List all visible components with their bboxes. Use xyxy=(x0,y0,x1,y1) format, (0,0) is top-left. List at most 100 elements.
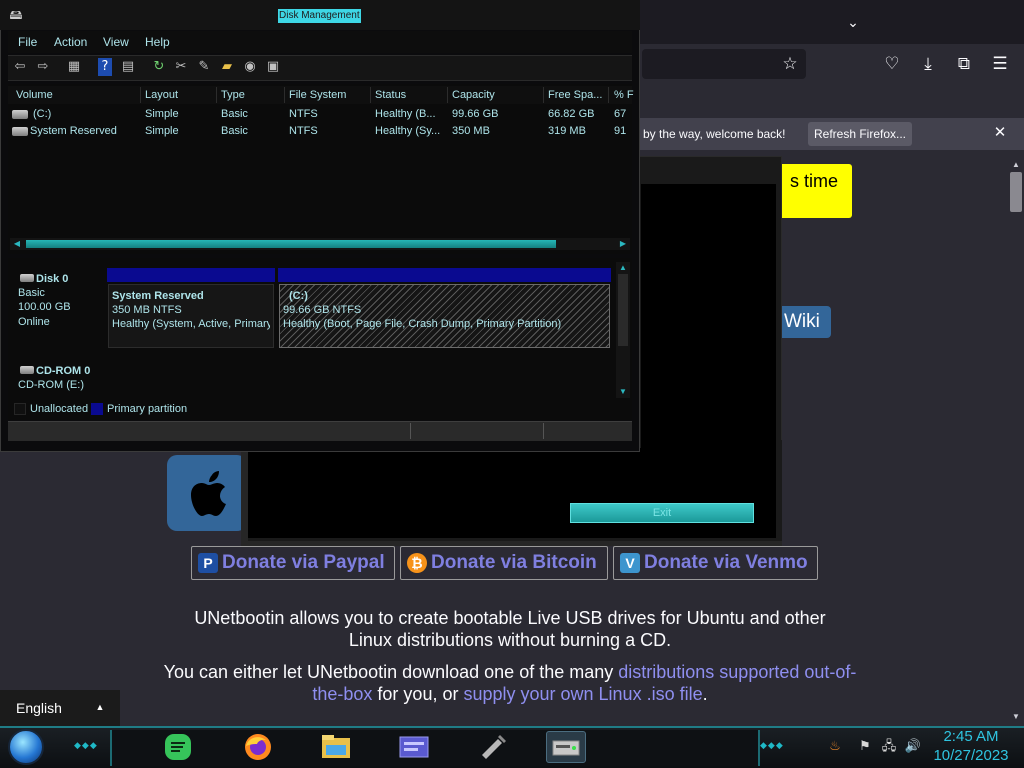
scroll-down-icon[interactable]: ▼ xyxy=(1008,712,1024,724)
open-folder-icon[interactable]: ▰ xyxy=(217,58,237,76)
bitcoin-icon: ₿ xyxy=(407,553,427,573)
scrollbar-thumb[interactable] xyxy=(26,240,556,248)
column-header[interactable]: % F xyxy=(614,89,634,102)
table-cell[interactable]: System Reserved xyxy=(30,125,140,138)
notes-icon[interactable] xyxy=(158,731,198,763)
column-header[interactable]: File System xyxy=(289,89,346,102)
table-cell[interactable]: NTFS xyxy=(289,108,369,121)
file-explorer-icon[interactable] xyxy=(316,731,356,763)
star-icon[interactable]: ☆ xyxy=(778,52,802,76)
partition-size: 350 MB NTFS xyxy=(112,304,182,316)
table-cell[interactable]: 66.82 GB xyxy=(548,108,606,121)
network-icon[interactable]: 🖧 xyxy=(880,738,898,756)
partition-size: 99.66 GB NTFS xyxy=(283,304,362,316)
donate-venmo-button[interactable]: V Donate via Venmo xyxy=(613,546,818,580)
volume-icon[interactable]: 🔊 xyxy=(904,738,922,756)
table-cell[interactable]: 350 MB xyxy=(452,125,542,138)
table-cell[interactable]: 67 xyxy=(614,108,632,121)
wiki-button[interactable]: Wiki xyxy=(778,306,831,338)
console-icon[interactable]: ▤ xyxy=(118,58,138,76)
settings-icon[interactable]: ▣ xyxy=(263,58,283,76)
flag-icon[interactable]: ⚑ xyxy=(856,738,874,756)
menu-icon[interactable]: ☰ xyxy=(988,52,1012,76)
scroll-up-icon[interactable]: ▲ xyxy=(618,262,628,274)
table-cell[interactable]: Simple xyxy=(145,108,215,121)
table-cell[interactable]: 91 xyxy=(614,125,632,138)
extensions-icon[interactable]: ⧉ xyxy=(952,52,976,76)
notification-text: by the way, welcome back! xyxy=(643,127,786,141)
disk-management-icon: 🖴 xyxy=(9,7,23,22)
table-cell[interactable]: 319 MB xyxy=(548,125,606,138)
cdrom-name[interactable]: CD-ROM 0 xyxy=(36,364,90,378)
description-text: You can either let UNetbootin download o… xyxy=(163,662,619,682)
control-panel-icon[interactable] xyxy=(394,731,434,763)
usb-tool-icon[interactable] xyxy=(472,731,512,763)
menu-file[interactable]: File xyxy=(18,35,37,49)
table-cell[interactable]: 99.66 GB xyxy=(452,108,542,121)
menu-action[interactable]: Action xyxy=(54,35,87,49)
start-button[interactable] xyxy=(8,729,44,765)
pocket-icon[interactable]: ♡ xyxy=(880,52,904,76)
refresh-icon[interactable]: ↻ xyxy=(149,58,169,76)
back-arrow-icon[interactable]: ⇦ xyxy=(10,58,30,76)
table-cell[interactable]: Simple xyxy=(145,125,215,138)
status-separator xyxy=(543,423,544,439)
scrollbar-thumb[interactable] xyxy=(618,274,628,346)
column-header[interactable]: Free Spa... xyxy=(548,89,602,102)
search-icon[interactable]: ◉ xyxy=(240,58,260,76)
legend-swatch-unallocated xyxy=(14,403,26,415)
legend-swatch-primary xyxy=(91,403,103,415)
clock-time[interactable]: 2:45 AM xyxy=(930,728,1012,746)
refresh-firefox-button[interactable]: Refresh Firefox... xyxy=(808,122,912,146)
venmo-icon: V xyxy=(620,553,640,573)
scroll-left-icon[interactable]: ◀ xyxy=(12,238,22,250)
supply-iso-link[interactable]: supply your own Linux .iso file xyxy=(463,684,702,704)
column-header[interactable]: Layout xyxy=(145,89,178,102)
column-header[interactable]: Type xyxy=(221,89,245,102)
cdrom-drive: CD-ROM (E:) xyxy=(18,379,84,391)
menu-view[interactable]: View xyxy=(103,35,129,49)
table-cell[interactable]: Basic xyxy=(221,125,283,138)
column-header[interactable]: Status xyxy=(375,89,406,102)
yellow-notice-text: s time xyxy=(790,171,839,191)
donate-paypal-button[interactable]: P Donate via Paypal xyxy=(191,546,395,580)
delete-icon[interactable]: ✂ xyxy=(171,58,191,76)
close-icon[interactable]: ✕ xyxy=(990,123,1010,143)
column-separator xyxy=(543,87,544,103)
caret-up-icon[interactable]: ▲ xyxy=(94,690,106,726)
table-cell[interactable]: NTFS xyxy=(289,125,369,138)
disk-management-icon[interactable] xyxy=(546,731,586,763)
exit-button[interactable]: Exit xyxy=(570,503,754,523)
firefox-icon[interactable] xyxy=(238,731,278,763)
java-icon[interactable]: ♨ xyxy=(826,738,844,756)
disk-name[interactable]: Disk 0 xyxy=(36,272,68,286)
partition-status: Healthy (Boot, Page File, Crash Dump, Pr… xyxy=(283,318,562,330)
menu-bar xyxy=(8,31,632,53)
desktop-screen: ⌄ ☆ ♡ ⤓ ⧉ ☰ by the way, welcome back! Re… xyxy=(0,0,1024,768)
forward-arrow-icon[interactable]: ⇨ xyxy=(33,58,53,76)
partition-status: Healthy (System, Active, Primary xyxy=(112,318,270,330)
table-cell[interactable]: Healthy (Sy... xyxy=(375,125,445,138)
column-header[interactable]: Volume xyxy=(16,89,53,102)
description-line: UNetbootin allows you to create bootable… xyxy=(194,608,826,628)
scroll-right-icon[interactable]: ▶ xyxy=(618,238,628,250)
table-cell[interactable]: Basic xyxy=(221,108,283,121)
scrollbar-thumb[interactable] xyxy=(1010,172,1022,212)
table-cell[interactable]: (C:) xyxy=(33,108,138,121)
column-header[interactable]: Capacity xyxy=(452,89,495,102)
menu-help[interactable]: Help xyxy=(145,35,170,49)
description-line: Linux distributions without burning a CD… xyxy=(348,630,672,650)
scroll-down-icon[interactable]: ▼ xyxy=(618,386,628,398)
unetbootin-content-area-lower xyxy=(248,448,776,538)
clock-date[interactable]: 10/27/2023 xyxy=(930,747,1012,765)
check-icon[interactable]: ✎ xyxy=(194,58,214,76)
scroll-up-icon[interactable]: ▲ xyxy=(1008,160,1024,172)
donate-bitcoin-button[interactable]: ₿ Donate via Bitcoin xyxy=(400,546,608,580)
help-icon[interactable]: ? xyxy=(98,58,112,76)
table-cell[interactable]: Healthy (B... xyxy=(375,108,445,121)
download-icon[interactable]: ⤓ xyxy=(916,52,940,76)
page-scrollbar[interactable] xyxy=(1008,160,1024,726)
chevron-down-icon[interactable]: ⌄ xyxy=(843,12,863,32)
properties-icon[interactable]: ▦ xyxy=(64,58,84,76)
donate-venmo-label: Donate via Venmo xyxy=(644,552,808,573)
